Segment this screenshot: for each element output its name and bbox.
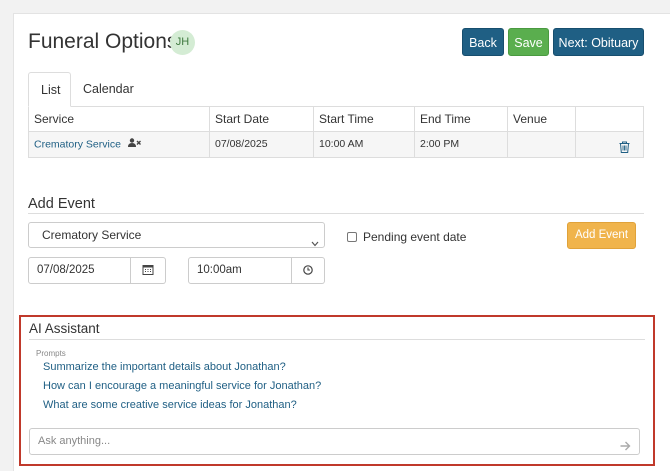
- column-header-actions: [576, 107, 643, 132]
- table-header: Service Start Date Start Time End Time V…: [29, 107, 643, 132]
- ask-placeholder: Ask anything...: [38, 435, 111, 447]
- column-header-start-time: Start Time: [314, 107, 415, 132]
- tab-calendar[interactable]: Calendar: [71, 72, 146, 107]
- add-event-button[interactable]: Add Event: [567, 222, 636, 249]
- end-time-cell: 2:00 PM: [415, 132, 508, 157]
- chevron-down-icon: [311, 231, 319, 255]
- service-select[interactable]: Crematory Service: [28, 222, 325, 248]
- ask-input[interactable]: Ask anything...: [29, 428, 640, 455]
- prompt-link[interactable]: Summarize the important details about Jo…: [43, 361, 286, 373]
- date-picker-button[interactable]: [131, 257, 166, 284]
- event-date-input[interactable]: 07/08/2025: [28, 257, 131, 284]
- person-x-icon[interactable]: [127, 132, 141, 157]
- table-row: Crematory Service 07/08/2025 10:00 AM 2:…: [29, 132, 643, 157]
- save-button[interactable]: Save: [508, 28, 549, 56]
- ai-assistant-title: AI Assistant: [29, 321, 100, 336]
- events-table: Service Start Date Start Time End Time V…: [28, 107, 644, 158]
- column-header-end-time: End Time: [415, 107, 508, 132]
- next-obituary-button[interactable]: Next: Obituary: [553, 28, 644, 56]
- service-select-value: Crematory Service: [42, 228, 142, 242]
- column-header-start-date: Start Date: [210, 107, 314, 132]
- actions-cell: [576, 132, 643, 157]
- prompt-link[interactable]: How can I encourage a meaningful service…: [43, 380, 321, 392]
- pending-event-label: Pending event date: [363, 230, 467, 244]
- pending-event-checkbox[interactable]: [347, 232, 357, 242]
- service-link[interactable]: Crematory Service: [34, 138, 121, 150]
- main-panel: Funeral Options JH Back Save Next: Obitu…: [13, 13, 670, 471]
- service-cell: Crematory Service: [29, 132, 210, 157]
- column-header-venue: Venue: [508, 107, 576, 132]
- ai-divider: [29, 339, 645, 340]
- arrow-right-icon[interactable]: [620, 436, 631, 461]
- time-picker-button[interactable]: [292, 257, 325, 284]
- prompt-link[interactable]: What are some creative service ideas for…: [43, 399, 297, 411]
- clock-icon: [303, 262, 313, 280]
- avatar: JH: [170, 30, 195, 55]
- section-divider: [28, 213, 644, 214]
- add-event-title: Add Event: [28, 196, 95, 212]
- back-button[interactable]: Back: [462, 28, 504, 56]
- tab-list[interactable]: List: [28, 72, 71, 107]
- start-time-cell: 10:00 AM: [314, 132, 415, 157]
- trash-icon[interactable]: [619, 138, 630, 163]
- calendar-icon: [142, 262, 154, 280]
- column-header-service: Service: [29, 107, 210, 132]
- prompts-label: Prompts: [36, 349, 66, 358]
- venue-cell: [508, 132, 576, 157]
- event-time-input[interactable]: 10:00am: [188, 257, 292, 284]
- start-date-cell: 07/08/2025: [210, 132, 314, 157]
- page-title: Funeral Options: [28, 30, 178, 53]
- ai-assistant-panel: AI Assistant Prompts Summarize the impor…: [19, 315, 655, 466]
